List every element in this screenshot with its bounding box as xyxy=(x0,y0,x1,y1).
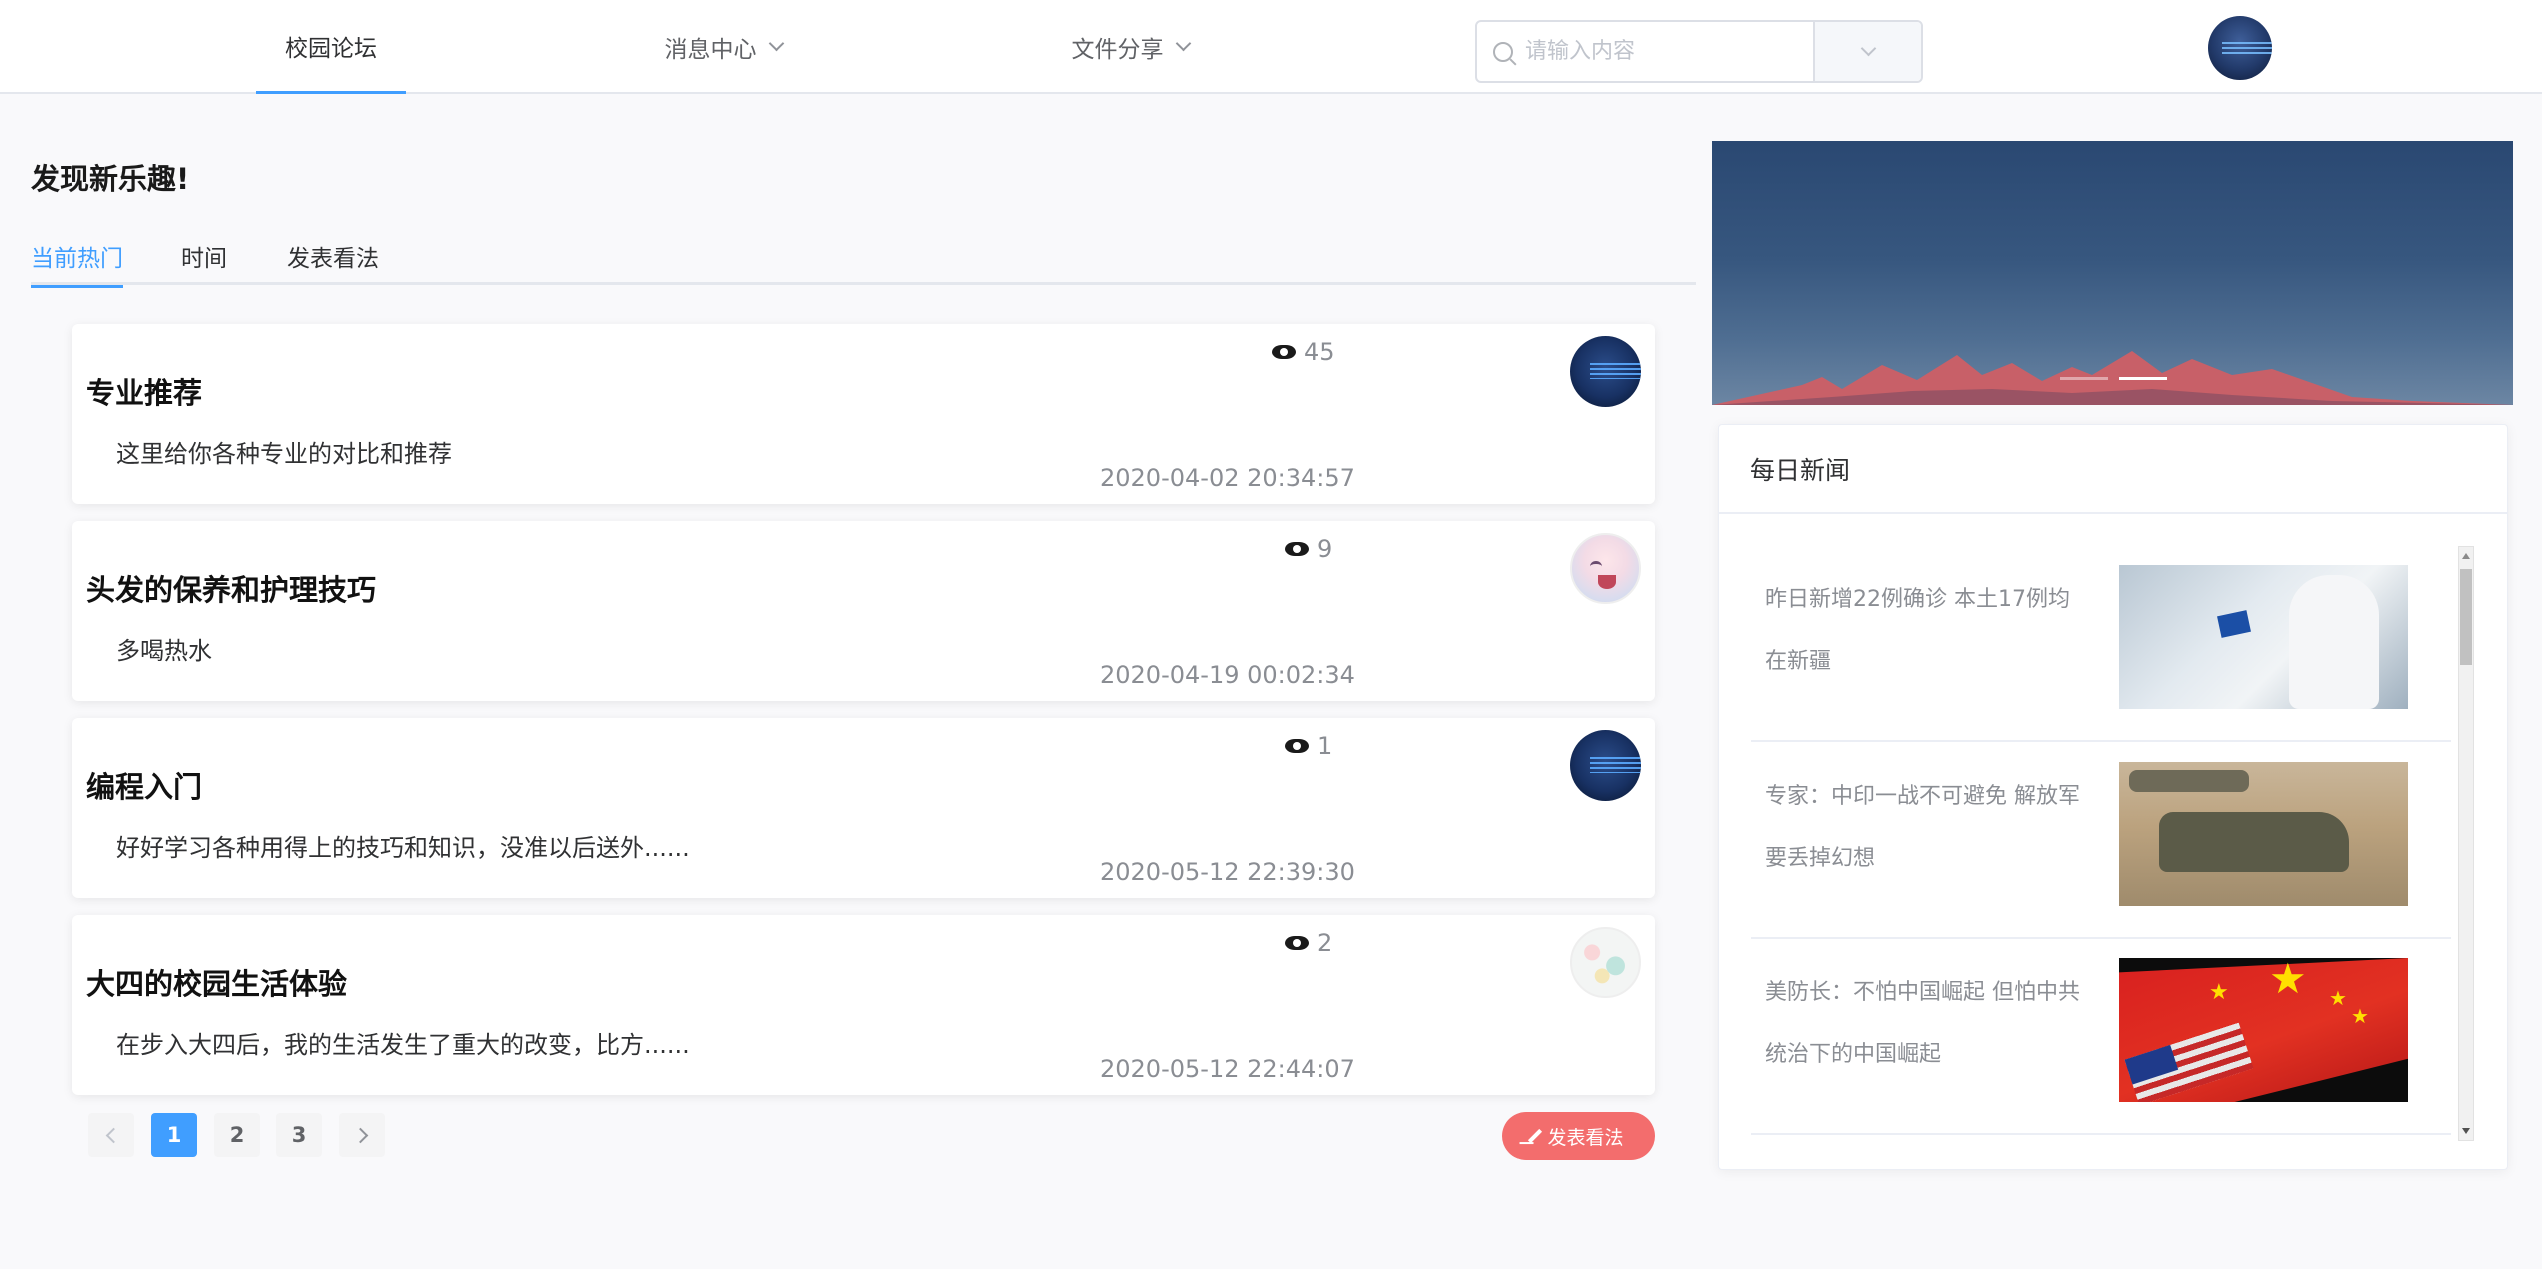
view-count: 9 xyxy=(1285,535,1332,563)
author-avatar[interactable] xyxy=(1570,730,1641,801)
news-list: 昨日新增22例确诊 本土17例均在新疆 专家：中印一战不可避免 解放军要丢掉幻想… xyxy=(1751,545,2467,1140)
post-title: 头发的保养和护理技巧 xyxy=(86,573,377,607)
nav-item-files[interactable]: 文件分享 xyxy=(1035,0,1225,94)
view-count: 1 xyxy=(1285,732,1332,760)
page-number: 2 xyxy=(229,1123,245,1147)
chevron-down-icon xyxy=(768,35,784,52)
news-panel-title: 每日新闻 xyxy=(1719,425,2507,514)
news-item[interactable]: 专家：中印一战不可避免 解放军要丢掉幻想 xyxy=(1751,742,2451,939)
news-headline: 昨日新增22例确诊 本土17例均在新疆 xyxy=(1765,587,2070,674)
nav-item-label: 校园论坛 xyxy=(285,35,377,62)
tab-post-opinion[interactable]: 发表看法 xyxy=(287,226,379,285)
tab-label: 发表看法 xyxy=(287,245,379,272)
chevron-down-icon xyxy=(1175,35,1191,52)
news-thumbnail: ★ ★ ★ ★ xyxy=(2119,958,2408,1102)
search-icon xyxy=(1493,41,1513,62)
author-avatar[interactable] xyxy=(1570,927,1641,998)
news-thumbnail xyxy=(2119,565,2408,709)
star-icon: ★ xyxy=(2351,1004,2369,1028)
star-icon: ★ xyxy=(2269,958,2307,1003)
search-category-select[interactable] xyxy=(1813,22,1921,81)
eye-icon xyxy=(1285,739,1309,753)
image-carousel[interactable] xyxy=(1712,141,2513,405)
post-date: 2020-05-12 22:44:07 xyxy=(1100,1055,1355,1083)
us-flag-shape xyxy=(2124,1022,2254,1102)
author-avatar[interactable] xyxy=(1570,336,1641,407)
author-avatar[interactable] xyxy=(1570,533,1641,604)
post-date: 2020-04-02 20:34:57 xyxy=(1100,464,1355,492)
tab-label: 时间 xyxy=(181,245,227,272)
top-nav: 校园论坛 消息中心 文件分享 xyxy=(0,0,2542,94)
post-title: 编程入门 xyxy=(86,770,203,804)
post-title: 大四的校园生活体验 xyxy=(86,967,348,1001)
carousel-indicator[interactable] xyxy=(2060,377,2108,380)
chevron-down-icon xyxy=(1860,40,1876,57)
post-card[interactable]: 专业推荐 这里给你各种专业的对比和推荐 2020-04-02 20:34:57 … xyxy=(72,324,1655,504)
nav-item-forum[interactable]: 校园论坛 xyxy=(256,0,406,94)
chevron-right-icon xyxy=(352,1127,368,1143)
nav-item-messages[interactable]: 消息中心 xyxy=(628,0,818,94)
news-scrollbar[interactable] xyxy=(2458,546,2474,1141)
post-card[interactable]: 头发的保养和护理技巧 多喝热水 2020-04-19 00:02:34 9 xyxy=(72,521,1655,701)
next-page-button[interactable] xyxy=(339,1113,385,1157)
post-excerpt: 在步入大四后，我的生活发生了重大的改变，比方...... xyxy=(116,1031,690,1059)
eye-icon xyxy=(1285,542,1309,556)
news-item[interactable]: 昨日新增22例确诊 本土17例均在新疆 xyxy=(1751,545,2451,742)
news-item[interactable]: 美防长：不怕中国崛起 但怕中共统治下的中国崛起 ★ ★ ★ ★ xyxy=(1751,938,2451,1135)
publish-opinion-button[interactable]: 发表看法 xyxy=(1502,1112,1655,1160)
post-date: 2020-05-12 22:39:30 xyxy=(1100,858,1355,886)
news-headline: 专家：中印一战不可避免 解放军要丢掉幻想 xyxy=(1765,784,2080,871)
tab-hot[interactable]: 当前热门 xyxy=(31,226,123,288)
view-count: 2 xyxy=(1285,929,1332,957)
nav-item-label: 消息中心 xyxy=(664,37,757,63)
post-card[interactable]: 编程入门 好好学习各种用得上的技巧和知识，没准以后送外...... 2020-0… xyxy=(72,718,1655,898)
page-number: 3 xyxy=(291,1123,307,1147)
tab-time[interactable]: 时间 xyxy=(181,226,227,285)
search-field xyxy=(1477,22,1813,81)
post-tabs: 当前热门 时间 发表看法 xyxy=(31,226,1696,288)
view-count-value: 9 xyxy=(1317,535,1333,563)
page-button[interactable]: 1 xyxy=(151,1113,197,1157)
edit-icon xyxy=(1528,1128,1543,1144)
star-icon: ★ xyxy=(2209,980,2229,1005)
publish-button-label: 发表看法 xyxy=(1547,1126,1624,1149)
mountain-image xyxy=(1712,351,2513,405)
chevron-left-icon xyxy=(105,1127,121,1143)
post-title: 专业推荐 xyxy=(86,376,203,410)
prev-page-button[interactable] xyxy=(88,1113,134,1157)
post-date: 2020-04-19 00:02:34 xyxy=(1100,661,1355,689)
eye-icon xyxy=(1285,936,1309,950)
scroll-up-arrow-icon[interactable] xyxy=(2462,553,2470,559)
page-button[interactable]: 2 xyxy=(214,1113,260,1157)
view-count-value: 1 xyxy=(1317,732,1333,760)
view-count-value: 45 xyxy=(1304,338,1335,366)
news-thumbnail xyxy=(2119,762,2408,906)
daily-news-panel: 每日新闻 昨日新增22例确诊 本土17例均在新疆 专家：中印一战不可避免 解放军… xyxy=(1718,424,2508,1170)
scroll-down-arrow-icon[interactable] xyxy=(2462,1128,2470,1134)
scroll-thumb[interactable] xyxy=(2460,569,2472,665)
post-excerpt: 多喝热水 xyxy=(116,637,212,665)
search-bar xyxy=(1475,20,1923,83)
post-card[interactable]: 大四的校园生活体验 在步入大四后，我的生活发生了重大的改变，比方...... 2… xyxy=(72,915,1655,1095)
page-title: 发现新乐趣! xyxy=(31,162,190,196)
news-headline: 美防长：不怕中国崛起 但怕中共统治下的中国崛起 xyxy=(1765,980,2080,1067)
star-icon: ★ xyxy=(2329,986,2347,1010)
user-avatar[interactable] xyxy=(2208,16,2272,80)
page-number: 1 xyxy=(166,1123,182,1147)
post-excerpt: 这里给你各种专业的对比和推荐 xyxy=(116,440,452,468)
tab-label: 当前热门 xyxy=(31,245,123,272)
page-button[interactable]: 3 xyxy=(276,1113,322,1157)
post-excerpt: 好好学习各种用得上的技巧和知识，没准以后送外...... xyxy=(116,834,690,862)
carousel-indicator-active[interactable] xyxy=(2119,377,2167,380)
view-count: 45 xyxy=(1272,338,1335,366)
view-count-value: 2 xyxy=(1317,929,1333,957)
search-input[interactable] xyxy=(1525,39,1795,64)
nav-item-label: 文件分享 xyxy=(1071,37,1164,63)
eye-icon xyxy=(1272,345,1296,359)
